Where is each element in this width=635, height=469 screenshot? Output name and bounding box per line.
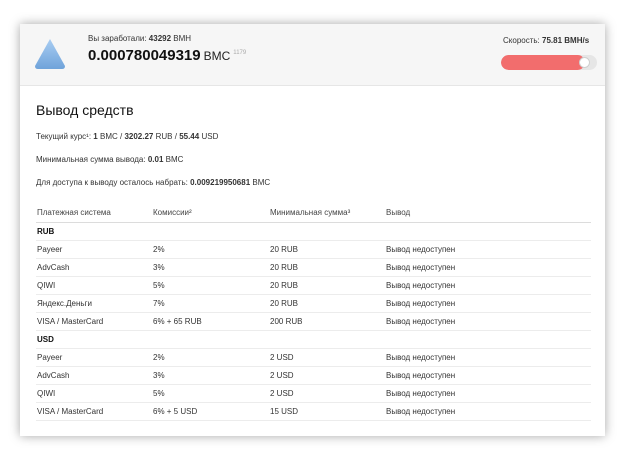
column-header-minimum: Минимальная сумма³	[269, 203, 385, 223]
speed-slider-knob[interactable]	[579, 57, 591, 68]
rate-usd-unit: USD	[201, 132, 219, 141]
minimum-cell: 20 RUB	[269, 294, 385, 313]
remain-label: Для доступа к выводу осталось набрать:	[36, 178, 188, 187]
rate-bmc: BMC /	[99, 132, 123, 141]
minimum-cell: 200 RUB	[269, 312, 385, 331]
payment-system-cell: Payeer	[36, 348, 152, 367]
fee-cell: 2%	[152, 348, 269, 367]
table-header-row: Платежная система Комиссии² Минимальная …	[36, 203, 591, 223]
min-label: Минимальная сумма вывода:	[36, 155, 146, 164]
speed-info: Скорость: 75.81 BMH/s	[503, 36, 589, 45]
speed-label: Скорость:	[503, 36, 540, 45]
balance-unit: BMC	[203, 49, 231, 63]
earned-label: Вы заработали:	[88, 34, 147, 43]
minimum-cell: 15 USD	[269, 402, 385, 421]
fee-cell: 6% + 65 RUB	[152, 312, 269, 331]
withdraw-status-cell: Вывод недоступен	[385, 240, 591, 259]
payment-system-cell: AdvCash	[36, 258, 152, 277]
currency-group-label: USD	[36, 330, 591, 349]
table-row: AdvCash 3% 2 USD Вывод недоступен	[36, 366, 591, 385]
earned-unit: BMH	[173, 34, 192, 43]
fee-cell: 3%	[152, 366, 269, 385]
minimum-cell: 2 USD	[269, 384, 385, 403]
payment-system-cell: Яндекс.Деньги	[36, 294, 152, 313]
top-bar: Вы заработали: 43292 BMH 0.000780049319 B…	[20, 24, 605, 86]
withdraw-status-cell: Вывод недоступен	[385, 348, 591, 367]
fee-cell: 5%	[152, 276, 269, 295]
minimum-cell: 20 RUB	[269, 240, 385, 259]
table-row: VISA / MasterCard 6% + 65 RUB 200 RUB Вывод…	[36, 312, 591, 331]
table-row: QIWI 5% 20 RUB Вывод недоступен	[36, 276, 591, 295]
currency-group-row: USD	[36, 330, 591, 349]
withdraw-status-cell: Вывод недоступен	[385, 402, 591, 421]
withdraw-status-cell: Вывод недоступен	[385, 294, 591, 313]
fee-cell: 3%	[152, 258, 269, 277]
payment-system-cell: QIWI	[36, 384, 152, 403]
balance-value: 0.000780049319	[88, 47, 201, 64]
table-row: Payeer 2% 20 RUB Вывод недоступен	[36, 240, 591, 259]
payment-system-cell: Payeer	[36, 240, 152, 259]
table-row: Payeer 2% 2 USD Вывод недоступен	[36, 348, 591, 367]
table-row: VISA / MasterCard 6% + 5 USD 15 USD Вывод н…	[36, 402, 591, 421]
rate-line: Текущий курс¹: 1 BMC / 3202.27 RUB / 55.…	[36, 132, 591, 155]
speed-slider[interactable]	[501, 55, 597, 70]
page-title: Вывод средств	[36, 102, 134, 118]
column-header-system: Платежная система	[36, 203, 152, 223]
rate-one: 1	[93, 132, 98, 141]
triangle-logo-icon	[35, 39, 65, 69]
payment-system-cell: VISA / MasterCard	[36, 312, 152, 331]
payment-systems-table: Платежная система Комиссии² Минимальная …	[36, 203, 591, 421]
fee-cell: 5%	[152, 384, 269, 403]
minimum-cell: 2 USD	[269, 366, 385, 385]
fee-cell: 2%	[152, 240, 269, 259]
withdraw-section: Вывод средств Текущий курс¹: 1 BMC / 320…	[36, 102, 591, 421]
balance-sub: 1179	[233, 50, 247, 56]
table-row: Яндекс.Деньги 7% 20 RUB Вывод недоступен	[36, 294, 591, 313]
speed-slider-fill	[501, 55, 586, 70]
rate-label: Текущий курс¹:	[36, 132, 92, 141]
withdraw-status-cell: Вывод недоступен	[385, 366, 591, 385]
rate-usd: 55.44	[179, 132, 200, 141]
table-row: QIWI 5% 2 USD Вывод недоступен	[36, 384, 591, 403]
currency-group-label: RUB	[36, 222, 591, 241]
minimum-cell: 20 RUB	[269, 258, 385, 277]
payment-system-cell: AdvCash	[36, 366, 152, 385]
withdraw-status-cell: Вывод недоступен	[385, 384, 591, 403]
min-unit: BMC	[165, 155, 184, 164]
withdraw-status-cell: Вывод недоступен	[385, 258, 591, 277]
column-header-withdraw: Вывод	[385, 203, 591, 223]
fee-cell: 6% + 5 USD	[152, 402, 269, 421]
remain-value: 0.009219950681	[190, 178, 251, 187]
payment-system-cell: QIWI	[36, 276, 152, 295]
payment-system-cell: VISA / MasterCard	[36, 402, 152, 421]
min-withdraw-line: Минимальная сумма вывода: 0.01 BMC	[36, 155, 591, 178]
earned-value: 43292	[148, 34, 172, 43]
earned-info: Вы заработали: 43292 BMH	[88, 34, 191, 43]
app-window: Вы заработали: 43292 BMH 0.000780049319 B…	[20, 24, 605, 436]
minimum-cell: 2 USD	[269, 348, 385, 367]
table-row: AdvCash 3% 20 RUB Вывод недоступен	[36, 258, 591, 277]
speed-value: 75.81 BMH/s	[542, 36, 590, 45]
column-header-fee: Комиссии²	[152, 203, 269, 223]
rate-rub-unit: RUB /	[155, 132, 177, 141]
rate-rub: 3202.27	[124, 132, 154, 141]
min-value: 0.01	[147, 155, 164, 164]
minimum-cell: 20 RUB	[269, 276, 385, 295]
currency-group-row: RUB	[36, 222, 591, 241]
table-body: RUB Payeer 2% 20 RUB Вывод недоступен AdvCash…	[36, 222, 591, 421]
balance: 0.000780049319 BMC 1179	[88, 47, 246, 65]
fee-cell: 7%	[152, 294, 269, 313]
withdraw-status-cell: Вывод недоступен	[385, 312, 591, 331]
remain-unit: BMC	[252, 178, 271, 187]
withdraw-status-cell: Вывод недоступен	[385, 276, 591, 295]
remaining-line: Для доступа к выводу осталось набрать: 0…	[36, 178, 591, 201]
